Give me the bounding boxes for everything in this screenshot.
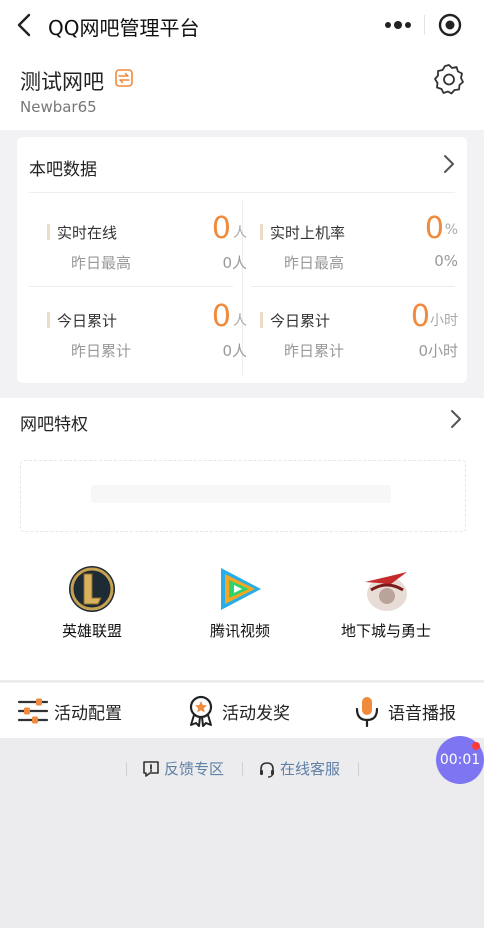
stat-label: 实时在线: [57, 224, 118, 242]
stat-sub-label: 昨日最高: [71, 254, 132, 272]
close-mini-program-button[interactable]: [424, 7, 476, 43]
stat-value: 0: [211, 211, 231, 246]
stat-unit: 人: [233, 313, 247, 329]
more-button[interactable]: [372, 7, 424, 43]
footer-separator: [126, 762, 127, 776]
footer-separator: [358, 762, 359, 776]
timer-text: 00:01: [439, 752, 481, 768]
stat-value: 0: [424, 211, 444, 246]
activity-config-button[interactable]: 活动配置: [16, 683, 122, 739]
banner-placeholder: [91, 485, 391, 503]
switch-icon: [115, 69, 133, 87]
stats-title: 本吧数据: [29, 160, 97, 180]
stats-more-button[interactable]: [441, 153, 457, 179]
game-name: 地下城与勇士: [340, 622, 431, 640]
privilege-banner[interactable]: [20, 460, 466, 532]
customer-service-label: 在线客服: [280, 760, 341, 778]
feedback-icon: [143, 760, 159, 777]
stat-marker: [47, 224, 50, 240]
stat-value: 0: [410, 299, 430, 334]
gear-icon: [434, 64, 464, 95]
netbar-name: 测试网吧: [20, 70, 104, 94]
award-icon: [184, 694, 218, 728]
stat-occupancy-rate: 实时上机率 0 % 昨日最高 0%: [260, 211, 460, 299]
switch-netbar-button[interactable]: [115, 69, 133, 91]
page-title: QQ网吧管理平台: [48, 16, 200, 40]
feedback-link[interactable]: 反馈专区: [142, 758, 224, 779]
stat-realtime-online: 实时在线 0 人 昨日最高 0人: [47, 211, 247, 299]
feedback-label: 反馈专区: [164, 760, 225, 778]
navigation-bar: QQ网吧管理平台: [0, 0, 484, 52]
netbar-stats-card: 本吧数据 实时在线 0 人 昨日最高 0人 实时上机率 0 % 昨日最高 0% …: [17, 137, 467, 383]
chevron-right-icon: [451, 410, 461, 428]
privileges-title: 网吧特权: [20, 415, 88, 435]
stat-sub-value: 0人: [222, 254, 247, 272]
netbar-privileges-section: 网吧特权 英雄联盟 腾讯视频 地下城与勇士: [0, 398, 484, 680]
stat-marker: [260, 312, 263, 328]
stat-value: 0: [211, 299, 231, 334]
more-dots-icon: [384, 21, 411, 29]
stat-label: 今日累计: [57, 312, 118, 330]
game-tencent-video[interactable]: 腾讯视频: [170, 564, 310, 654]
stat-sub-label: 昨日累计: [284, 342, 345, 360]
recording-dot: [472, 742, 480, 750]
stat-today-users: 今日累计 0 人 昨日累计 0人: [47, 299, 247, 387]
chevron-left-icon: [17, 13, 31, 37]
voice-broadcast-button[interactable]: 语音播报: [350, 683, 456, 739]
bottom-toolbar: 活动配置 活动发奖 语音播报: [0, 682, 484, 738]
stat-unit: %: [444, 222, 458, 238]
chevron-right-icon: [444, 155, 454, 173]
stat-sub-label: 昨日最高: [284, 254, 345, 272]
stat-unit: 人: [233, 225, 247, 241]
stat-sub-label: 昨日累计: [71, 342, 132, 360]
headset-icon: [260, 761, 274, 778]
tencent-video-icon: [215, 564, 265, 614]
stat-sub-value: 0%: [434, 252, 458, 270]
league-of-legends-icon: [67, 564, 117, 614]
microphone-icon: [350, 694, 384, 728]
netbar-header: 测试网吧 Newbar65: [0, 52, 484, 130]
sliders-icon: [16, 694, 50, 728]
stat-sub-value: 0小时: [418, 342, 458, 360]
privileges-more-button[interactable]: [448, 408, 464, 434]
mini-program-capsule: [372, 7, 476, 43]
stat-sub-value: 0人: [222, 342, 247, 360]
toolbar-label: 活动配置: [54, 703, 122, 724]
netbar-id: Newbar65: [20, 98, 97, 116]
stat-unit: 小时: [430, 313, 458, 329]
stat-label: 实时上机率: [270, 224, 346, 242]
game-dnf[interactable]: 地下城与勇士: [316, 564, 456, 654]
customer-service-link[interactable]: 在线客服: [258, 758, 340, 779]
target-icon: [439, 13, 462, 37]
game-name: 腾讯视频: [209, 622, 270, 640]
game-league-of-legends[interactable]: 英雄联盟: [22, 564, 162, 654]
toolbar-label: 语音播报: [388, 703, 456, 724]
stat-today-hours: 今日累计 0 小时 昨日累计 0小时: [260, 299, 460, 387]
toolbar-label: 活动发奖: [222, 703, 290, 724]
floating-timer-button[interactable]: 00:01: [436, 736, 484, 784]
back-button[interactable]: [14, 12, 36, 38]
stat-marker: [260, 224, 263, 240]
stats-divider: [29, 192, 455, 193]
stat-label: 今日累计: [270, 312, 331, 330]
stat-marker: [47, 312, 50, 328]
activity-award-button[interactable]: 活动发奖: [184, 683, 290, 739]
settings-button[interactable]: [432, 62, 466, 96]
footer-links: 反馈专区 在线客服: [0, 758, 484, 780]
dnf-icon: [361, 564, 411, 614]
footer-separator: [242, 762, 243, 776]
game-name: 英雄联盟: [61, 622, 122, 640]
